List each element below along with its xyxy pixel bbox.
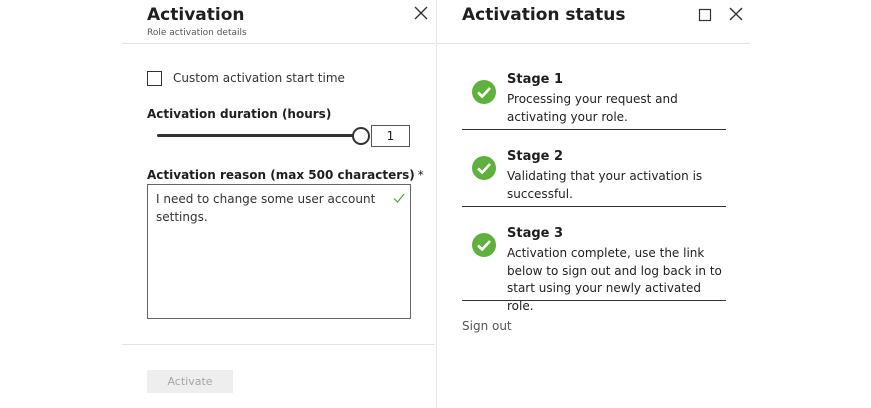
stage-2: Stage 2 Validating that your activation …: [462, 149, 726, 207]
checkmark-icon: [393, 193, 405, 203]
duration-slider-track[interactable]: [157, 134, 357, 137]
footer-divider: [122, 344, 435, 345]
header-divider: [437, 43, 750, 44]
stage-description: Activation complete, use the link below …: [507, 246, 722, 313]
stage-title: Stage 2: [507, 149, 564, 164]
checkmark-circle-icon: [472, 233, 496, 257]
pim-activation-screen: Activation Role activation details Custo…: [0, 0, 871, 408]
maximize-icon[interactable]: [698, 8, 712, 22]
activate-button[interactable]: Activate: [147, 370, 233, 393]
reason-textarea[interactable]: I need to change some user account setti…: [147, 184, 411, 319]
checkmark-circle-icon: [472, 80, 496, 104]
activation-status-title: Activation status: [462, 5, 626, 25]
reason-label: Activation reason (max 500 characters) *: [147, 168, 424, 182]
stage-3: Stage 3 Activation complete, use the lin…: [462, 226, 726, 313]
custom-start-time-checkbox[interactable]: [147, 70, 162, 86]
stage-description: Processing your request and activating y…: [507, 92, 678, 124]
reason-text: I need to change some user account setti…: [156, 192, 376, 224]
activation-subtitle: Role activation details: [147, 28, 247, 38]
checkmark-circle-icon: [472, 156, 496, 180]
stage-title: Stage 1: [507, 72, 564, 87]
close-icon[interactable]: [412, 4, 430, 22]
duration-slider-thumb[interactable]: [352, 127, 370, 145]
required-marker: *: [417, 168, 424, 182]
header-divider: [122, 43, 435, 44]
sign-out-link[interactable]: Sign out: [462, 319, 512, 333]
close-icon[interactable]: [727, 5, 745, 23]
activation-title: Activation: [147, 5, 245, 25]
reason-label-text: Activation reason (max 500 characters): [147, 168, 415, 182]
duration-label: Activation duration (hours): [147, 107, 332, 121]
custom-start-time-label: Custom activation start time: [173, 71, 345, 85]
stage-description: Validating that your activation is succe…: [507, 169, 703, 201]
activation-status-blade: Activation status Stage 1 Processing you…: [437, 0, 751, 408]
activation-blade: Activation Role activation details Custo…: [122, 0, 437, 408]
custom-start-time-option: Custom activation start time: [147, 69, 345, 87]
duration-input[interactable]: 1: [371, 125, 410, 147]
stage-1: Stage 1 Processing your request and acti…: [462, 72, 726, 130]
stage-title: Stage 3: [507, 226, 564, 241]
